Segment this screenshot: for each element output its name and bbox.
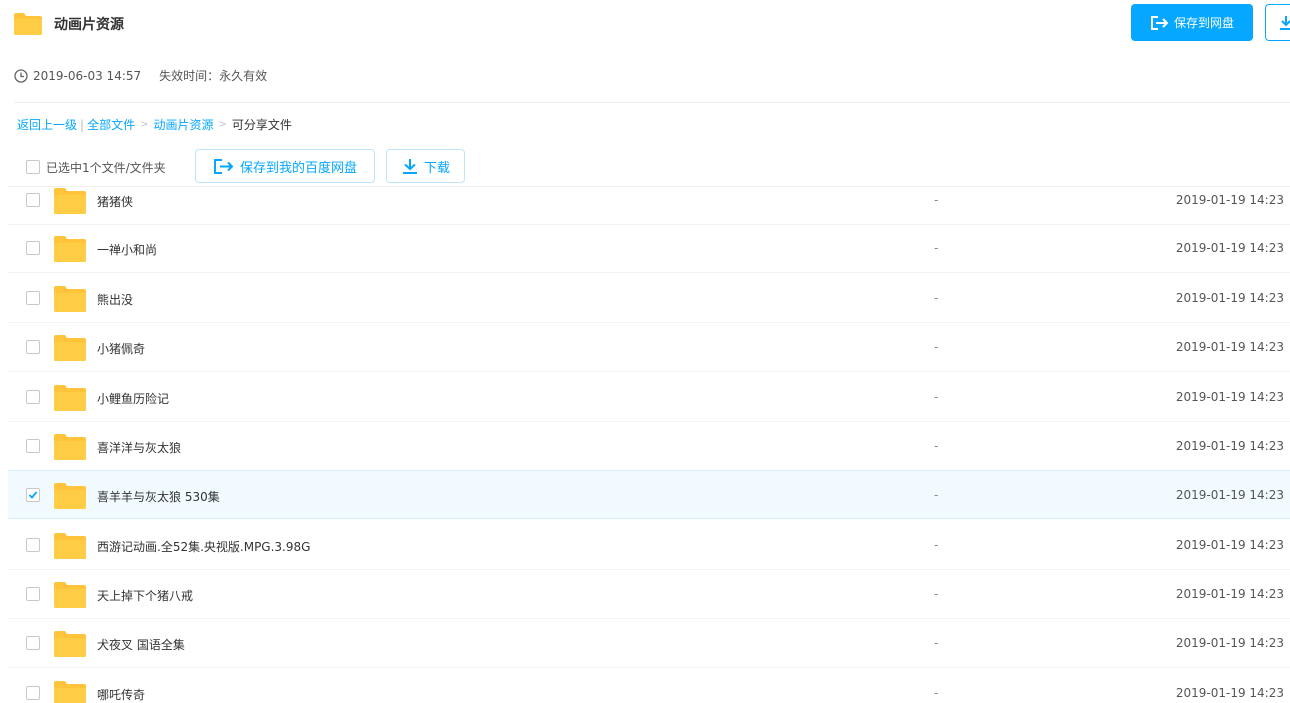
file-checkbox[interactable] xyxy=(26,439,40,453)
folder-icon xyxy=(14,13,42,35)
divider xyxy=(14,102,1290,103)
file-date: 2019-01-19 14:23 xyxy=(1175,390,1284,404)
selection-toolbar: 已选中1个文件/文件夹 保存到我的百度网盘 下载 xyxy=(0,149,1290,183)
download-icon xyxy=(402,159,417,174)
folder-icon xyxy=(54,188,86,214)
download-icon xyxy=(1280,15,1290,30)
select-all-checkbox[interactable] xyxy=(26,160,40,174)
clock-icon xyxy=(14,68,28,83)
save-to-netdisk-label: 保存到网盘 xyxy=(1173,16,1234,30)
file-name[interactable]: 熊出没 xyxy=(97,291,133,308)
file-row[interactable]: 喜羊羊与灰太狼 530集 - 2019-01-19 14:23 xyxy=(8,470,1290,519)
file-size: - xyxy=(934,291,939,305)
breadcrumb: 返回上一级 | 全部文件 > 动画片资源 > 可分享文件 xyxy=(17,116,292,133)
file-row[interactable]: 一禅小和尚 - 2019-01-19 14:23 xyxy=(8,224,1290,273)
breadcrumb-chevron: > xyxy=(218,119,227,130)
file-date: 2019-01-19 14:23 xyxy=(1175,538,1284,552)
file-row[interactable]: 猪猪侠 - 2019-01-19 14:23 xyxy=(8,176,1290,225)
file-checkbox[interactable] xyxy=(26,636,40,650)
folder-icon xyxy=(54,385,86,411)
file-date: 2019-01-19 14:23 xyxy=(1175,587,1284,601)
file-size: - xyxy=(934,538,939,552)
file-size: - xyxy=(934,439,939,453)
save-icon xyxy=(1150,15,1169,30)
folder-icon xyxy=(54,335,86,361)
folder-icon xyxy=(54,483,86,509)
file-size: - xyxy=(934,488,939,502)
save-icon xyxy=(213,158,234,174)
file-name[interactable]: 小猪佩奇 xyxy=(97,340,145,357)
file-name[interactable]: 天上掉下个猪八戒 xyxy=(97,587,193,604)
file-name[interactable]: 西游记动画.全52集.央视版.MPG.3.98G xyxy=(97,538,310,555)
file-size: - xyxy=(934,636,939,650)
folder-icon xyxy=(54,582,86,608)
file-checkbox[interactable] xyxy=(26,340,40,354)
page-title: 动画片资源 xyxy=(54,17,124,33)
file-size: - xyxy=(934,241,939,255)
breadcrumb-all-files[interactable]: 全部文件 xyxy=(87,116,135,133)
file-date: 2019-01-19 14:23 xyxy=(1175,340,1284,354)
download-button-top[interactable] xyxy=(1265,4,1290,41)
file-checkbox[interactable] xyxy=(26,538,40,552)
folder-icon xyxy=(54,286,86,312)
share-header: 动画片资源 保存到网盘 xyxy=(0,0,1290,55)
checkmark-icon xyxy=(28,491,38,499)
save-to-baidu-label: 保存到我的百度网盘 xyxy=(239,160,357,176)
file-name[interactable]: 犬夜叉 国语全集 xyxy=(97,636,185,653)
folder-icon xyxy=(54,236,86,262)
folder-icon xyxy=(54,631,86,657)
file-date: 2019-01-19 14:23 xyxy=(1175,193,1284,207)
file-date: 2019-01-19 14:23 xyxy=(1175,439,1284,453)
file-date: 2019-01-19 14:23 xyxy=(1175,241,1284,255)
download-label: 下载 xyxy=(423,160,450,176)
file-name[interactable]: 一禅小和尚 xyxy=(97,241,157,258)
folder-icon xyxy=(54,681,86,703)
file-checkbox[interactable] xyxy=(26,686,40,700)
file-row[interactable]: 熊出没 - 2019-01-19 14:23 xyxy=(8,274,1290,323)
breadcrumb-separator: | xyxy=(80,117,85,132)
divider xyxy=(8,186,1290,187)
file-row[interactable]: 小猪佩奇 - 2019-01-19 14:23 xyxy=(8,323,1290,372)
breadcrumb-chevron: > xyxy=(140,119,149,130)
file-checkbox[interactable] xyxy=(26,587,40,601)
file-name[interactable]: 喜洋洋与灰太狼 xyxy=(97,439,181,456)
share-title-area: 动画片资源 xyxy=(14,13,124,35)
file-size: - xyxy=(934,390,939,404)
file-checkbox[interactable] xyxy=(26,390,40,404)
file-checkbox[interactable] xyxy=(26,291,40,305)
file-row[interactable]: 天上掉下个猪八戒 - 2019-01-19 14:23 xyxy=(8,570,1290,619)
breadcrumb-parent[interactable]: 动画片资源 xyxy=(153,116,213,133)
file-date: 2019-01-19 14:23 xyxy=(1175,488,1284,502)
folder-icon xyxy=(54,434,86,460)
file-row[interactable]: 犬夜叉 国语全集 - 2019-01-19 14:23 xyxy=(8,619,1290,668)
file-name[interactable]: 哪吒传奇 xyxy=(97,686,145,703)
selection-count: 已选中1个文件/文件夹 xyxy=(46,161,166,175)
save-to-baidu-button[interactable]: 保存到我的百度网盘 xyxy=(195,149,375,183)
file-row[interactable]: 小鲤鱼历险记 - 2019-01-19 14:23 xyxy=(8,373,1290,422)
file-checkbox[interactable] xyxy=(26,488,40,502)
file-name[interactable]: 小鲤鱼历险记 xyxy=(97,390,169,407)
file-row[interactable]: 哪吒传奇 - 2019-01-19 14:23 xyxy=(8,669,1290,703)
file-date: 2019-01-19 14:23 xyxy=(1175,291,1284,305)
download-button[interactable]: 下载 xyxy=(386,149,465,183)
file-checkbox[interactable] xyxy=(26,193,40,207)
save-to-netdisk-button[interactable]: 保存到网盘 xyxy=(1131,4,1253,41)
breadcrumb-current: 可分享文件 xyxy=(231,118,292,132)
file-row[interactable]: 喜洋洋与灰太狼 - 2019-01-19 14:23 xyxy=(8,422,1290,471)
file-name[interactable]: 喜羊羊与灰太狼 530集 xyxy=(97,488,220,505)
file-row[interactable]: 西游记动画.全52集.央视版.MPG.3.98G - 2019-01-19 14:2… xyxy=(8,521,1290,570)
file-size: - xyxy=(934,340,939,354)
file-date: 2019-01-19 14:23 xyxy=(1175,636,1284,650)
file-checkbox[interactable] xyxy=(26,241,40,255)
expiry-time: 失效时间：永久有效 xyxy=(159,69,268,83)
folder-icon xyxy=(54,533,86,559)
file-size: - xyxy=(934,193,939,207)
created-time: 2019-06-03 14:57 xyxy=(33,68,142,83)
breadcrumb-back-link[interactable]: 返回上一级 xyxy=(17,116,77,133)
share-meta: 2019-06-03 14:57 失效时间：永久有效 xyxy=(14,67,267,84)
file-name[interactable]: 猪猪侠 xyxy=(97,193,133,210)
file-date: 2019-01-19 14:23 xyxy=(1175,686,1284,700)
file-size: - xyxy=(934,587,939,601)
file-size: - xyxy=(934,686,939,700)
